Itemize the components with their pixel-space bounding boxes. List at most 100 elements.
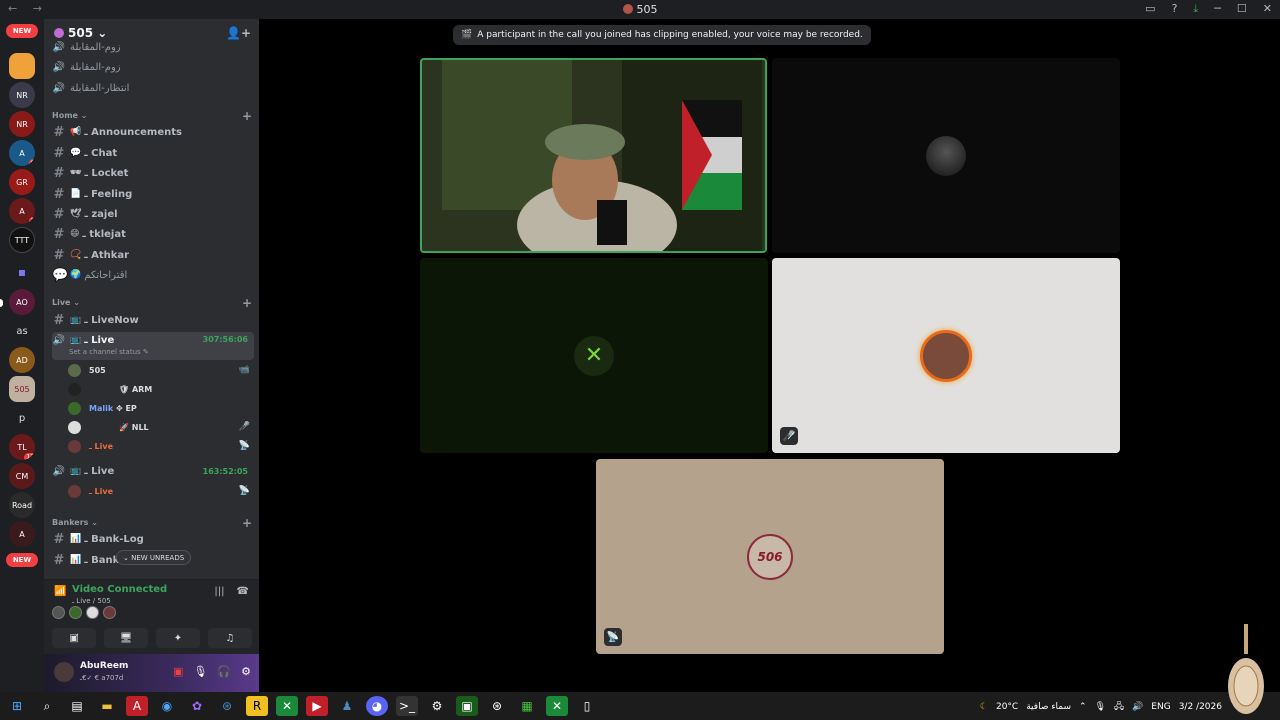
store-icon[interactable]: ▦ <box>516 696 538 716</box>
new-badge-top[interactable]: NEW <box>6 24 38 38</box>
server-icon-ao[interactable]: AO <box>9 289 35 315</box>
new-unreads-button[interactable]: ⌄ NEW UNREADS <box>116 550 192 565</box>
voice-user-live[interactable]: ـ Live 📡 <box>68 437 254 455</box>
avatar[interactable] <box>86 606 99 619</box>
channel-bank-log[interactable]: # 📊 ـ Bank-Log <box>52 530 254 548</box>
headphones-icon[interactable]: 🎧 <box>217 665 231 678</box>
app-icon-2[interactable]: ▯ <box>576 696 598 716</box>
server-icon-cm[interactable]: CM <box>9 463 35 489</box>
channel-zajel[interactable]: # 🕊 ـ zajel <box>52 205 254 223</box>
gear-icon[interactable]: ⚙ <box>241 665 251 678</box>
voice-channel-live-2[interactable]: 🔊 📺 ـ Live 163:52:05 <box>52 462 254 480</box>
avatar[interactable] <box>69 606 82 619</box>
weather-icon[interactable]: ☾ <box>980 702 988 712</box>
channel-athkar[interactable]: # 📿 ـ Athkar <box>52 246 254 264</box>
category-home[interactable]: Home ⌄ + <box>52 109 252 123</box>
server-icon-505[interactable]: 505 <box>9 376 35 402</box>
voice-user-arm[interactable]: 🛡 ARM <box>68 380 254 398</box>
chrome-icon[interactable]: ◉ <box>156 696 178 716</box>
app-icon[interactable]: ♟ <box>336 696 358 716</box>
channel-chat[interactable]: # 💬 ـ Chat <box>52 144 254 162</box>
server-icon-nr[interactable]: NR <box>9 82 35 108</box>
weather-text[interactable]: سماء صافية <box>1026 702 1071 712</box>
server-icon-tttt[interactable]: TTT <box>9 227 35 253</box>
voice-status[interactable]: Video Connected <box>72 584 167 595</box>
channel-suggestions[interactable]: 💬 🌍 اقتراحاتكم <box>52 266 254 284</box>
terminal-icon[interactable]: >_ <box>396 696 418 716</box>
invite-icon[interactable]: 👤+ <box>226 26 251 40</box>
server-icon-ad[interactable]: AD <box>9 347 35 373</box>
network-icon[interactable]: 🖧 <box>1114 699 1124 715</box>
close-button[interactable]: ✕ <box>1263 2 1272 16</box>
voice-user-live-2[interactable]: ـ Live 📡 <box>68 482 254 500</box>
user-name[interactable]: AbuReem <box>80 661 128 671</box>
rockstar-icon[interactable]: R <box>246 696 268 716</box>
activities-button[interactable]: ✦ <box>156 628 200 648</box>
avatar[interactable] <box>103 606 116 619</box>
server-icon-p[interactable]: p <box>9 405 35 431</box>
soundboard-button[interactable]: ♫ <box>208 628 252 648</box>
category-bankers[interactable]: Bankers ⌄ + <box>52 516 252 530</box>
xbox-icon-2[interactable]: ✕ <box>546 696 568 716</box>
channel-status[interactable]: Set a channel status ✎ <box>69 348 149 356</box>
video-tile-tan[interactable]: 506 📡 <box>596 459 944 654</box>
avatar[interactable] <box>54 662 74 682</box>
voice-channel-live-active[interactable]: 🔊 📺 ـ Live 307:56:06 Set a channel status … <box>52 332 254 360</box>
noise-suppression-icon[interactable]: ||| <box>214 586 224 597</box>
server-icon-arena[interactable]: A3 <box>9 198 35 224</box>
add-channel-icon[interactable]: + <box>242 296 252 310</box>
nvidia-icon[interactable]: ▣ <box>456 696 478 716</box>
minimize-button[interactable]: ─ <box>1214 2 1221 16</box>
channel-livenow[interactable]: # 📺 ـ LiveNow <box>52 311 254 329</box>
server-icon-as[interactable]: as <box>9 318 35 344</box>
server-folder-icon[interactable]: ▪ <box>9 259 35 285</box>
steam-icon[interactable]: ⊛ <box>216 696 238 716</box>
video-tile-dark[interactable] <box>772 58 1120 253</box>
voice-user-malik[interactable]: Malik ✥ EP <box>68 399 254 417</box>
file-explorer-icon[interactable]: ▬ <box>96 696 118 716</box>
server-icon-tlyr[interactable]: TL 17 <box>9 434 35 460</box>
mic-tray-icon[interactable]: 🎙 <box>1095 702 1106 712</box>
screen-share-button[interactable]: 🖥 <box>104 628 148 648</box>
add-channel-icon[interactable]: + <box>242 109 252 123</box>
start-icon[interactable]: ⊞ <box>6 696 28 716</box>
channel-announcements[interactable]: # 📢 ـ Announcements <box>52 123 254 141</box>
download-icon[interactable]: ⤓ <box>1193 2 1198 16</box>
server-icon-arena2[interactable]: A <box>9 521 35 547</box>
server-icon-red[interactable]: NR <box>9 111 35 137</box>
voice-channel-name[interactable]: ـ Live / 505 <box>72 597 111 605</box>
camera-off-button[interactable]: ▣̸ <box>52 628 96 648</box>
voice-channel-zoom-cut[interactable]: 🔊 زوم-المقابلة <box>52 41 254 53</box>
channel-tklejat[interactable]: # 😄 ـ tklejat <box>52 225 254 243</box>
server-icon-folder[interactable] <box>9 53 35 79</box>
steam-icon-2[interactable]: ⊛ <box>486 696 508 716</box>
voice-channel-zoom[interactable]: 🔊 زوم-المقابلة <box>52 58 254 76</box>
voice-user-nll[interactable]: 🚀 NLL 🎤̸ <box>68 418 254 436</box>
help-icon[interactable]: ? <box>1172 2 1178 16</box>
channel-locket[interactable]: # 🕶 ـ Locket <box>52 164 254 182</box>
server-icon-road[interactable]: Road <box>9 492 35 518</box>
server-icon-gr[interactable]: GR <box>9 169 35 195</box>
task-view-icon[interactable]: ▤ <box>66 696 88 716</box>
discord-icon[interactable]: ◕ <box>366 696 388 716</box>
new-badge-bottom[interactable]: NEW <box>6 553 38 567</box>
temperature[interactable]: 20°C <box>996 702 1018 712</box>
voice-channel-wait[interactable]: 🔊 انتظار-المقابلة <box>52 79 254 97</box>
search-icon[interactable]: ⌕ <box>36 696 58 716</box>
mic-icon[interactable]: 🎙 <box>193 665 207 678</box>
voice-user-505[interactable]: 505 📹 <box>68 361 254 379</box>
video-tile-green[interactable]: ✕ <box>420 258 768 453</box>
category-live[interactable]: Live ⌄ + <box>52 296 252 310</box>
disconnect-icon[interactable]: ☎ <box>237 586 249 597</box>
channel-feeling[interactable]: # 📄 ـ Feeling <box>52 185 254 203</box>
steelseries-icon[interactable]: ⚙ <box>426 696 448 716</box>
inbox-icon[interactable]: ▭ <box>1145 2 1155 16</box>
add-channel-icon[interactable]: + <box>242 516 252 530</box>
video-tile-camera[interactable] <box>420 58 767 253</box>
acrobat-icon[interactable]: A <box>126 696 148 716</box>
volume-icon[interactable]: 🔊 <box>1132 702 1143 712</box>
date[interactable]: 3/2 /2026 <box>1179 702 1222 712</box>
xbox-icon[interactable]: ✕ <box>276 696 298 716</box>
youtube-icon[interactable]: ▶ <box>306 696 328 716</box>
video-tile-light[interactable]: 🎤̸ <box>772 258 1120 453</box>
